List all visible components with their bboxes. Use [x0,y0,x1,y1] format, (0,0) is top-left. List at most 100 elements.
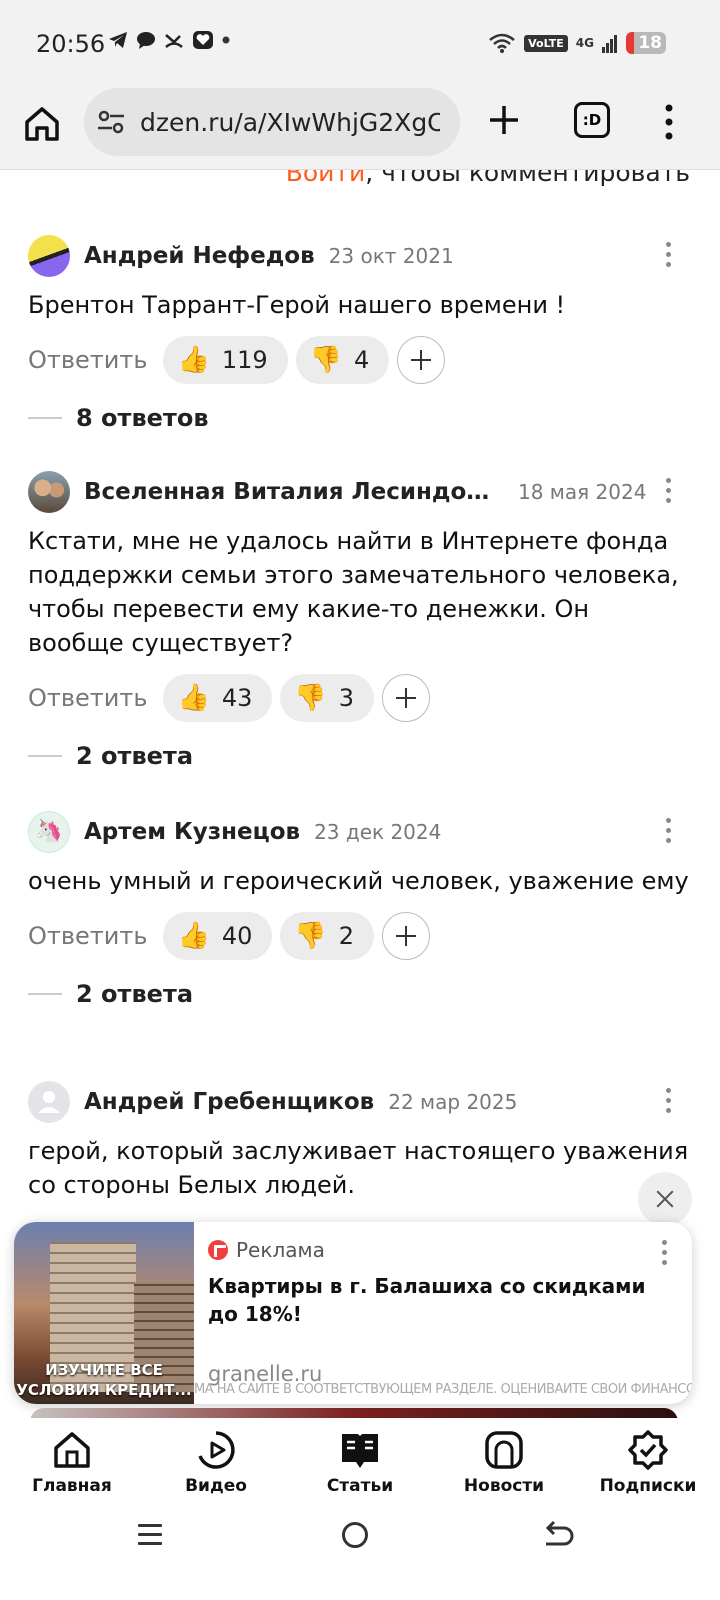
comment: Андрей Гребенщиков 22 мар 2025 герой, ко… [28,1080,692,1202]
thumbs-down-icon: 👎 [309,345,343,375]
nav-label: Видео [185,1476,247,1496]
network-type: 4G [575,36,594,50]
add-reaction-button[interactable] [382,674,431,722]
like-button[interactable]: 👍 43 [163,674,273,722]
volte-badge: VoLTE [524,34,568,52]
video-tab-icon [198,1431,235,1469]
dislike-button[interactable]: 👎 2 [280,912,375,960]
like-count: 43 [221,684,253,712]
ad-close-button[interactable] [638,1172,692,1226]
comment: Вселенная Виталия Лесиндорф... 18 мая 20… [28,470,692,776]
comment-menu-icon[interactable] [666,242,672,268]
ad-image[interactable]: ИЗУЧИТЕ ВСЕ УСЛОВИЯ КРЕДИТ... [14,1222,194,1404]
dislike-button[interactable]: 👎 3 [280,674,375,722]
status-time: 20:56 [36,30,106,58]
nav-news[interactable]: Новости [439,1418,569,1508]
comment-menu-icon[interactable] [666,1088,672,1114]
system-navigation [0,1508,720,1600]
ad-label: Реклама [208,1238,325,1262]
comment-author[interactable]: Андрей Нефедов [84,243,315,269]
system-home-icon[interactable] [342,1522,368,1548]
comment-date: 22 мар 2025 [388,1090,518,1114]
divider [28,993,62,995]
thumbs-down-icon: 👎 [294,921,327,951]
telegram-icon [109,32,127,48]
avatar[interactable] [28,1081,70,1123]
wifi-icon [489,33,515,53]
browser-menu-icon[interactable] [664,102,674,142]
comment-date: 18 мая 2024 [518,480,647,504]
replies-count[interactable]: 2 ответа [76,742,193,770]
articles-tab-icon [342,1434,378,1468]
missed-call-icon [165,34,183,48]
divider [28,417,62,419]
ad-menu-icon[interactable] [662,1240,668,1266]
back-icon[interactable] [540,1520,574,1550]
comment: Андрей Нефедов 23 окт 2021 Брентон Тарра… [28,234,692,438]
comment-author[interactable]: Артем Кузнецов [84,819,300,845]
news-tab-icon [485,1431,523,1469]
thumbs-up-icon: 👍 [177,921,210,951]
nav-label: Статьи [326,1476,394,1496]
comment-author[interactable]: Андрей Гребенщиков [84,1089,374,1115]
system-icons: VoLTE 4G 18 [488,32,666,54]
like-button[interactable]: 👍 40 [163,912,273,960]
divider [28,755,62,757]
avatar[interactable] [28,235,70,277]
dislike-count: 3 [338,684,355,712]
comment-date: 23 окт 2021 [328,244,454,268]
reply-button[interactable]: Ответить [28,922,147,950]
like-button[interactable]: 👍 119 [163,336,288,384]
user-placeholder-icon [38,1091,60,1113]
new-tab-icon[interactable] [486,102,522,138]
comment-menu-icon[interactable] [666,818,672,844]
reply-button[interactable]: Ответить [28,346,147,374]
recents-icon[interactable] [138,1524,162,1546]
avatar[interactable] [28,471,70,513]
ad-disclaimer: МА НА САЙТЕ В СООТВЕТСТВУЮЩЕМ РАЗДЕЛЕ. О… [194,1382,692,1397]
site-settings-icon[interactable] [96,107,126,137]
ad-source-icon [208,1240,228,1260]
thumbs-up-icon: 👍 [177,683,210,713]
add-reaction-button[interactable] [397,336,446,384]
comment-author[interactable]: Вселенная Виталия Лесиндорф... [84,479,504,505]
comment-text: герой, который заслуживает настоящего ув… [28,1137,689,1199]
replies-count[interactable]: 2 ответа [76,980,193,1008]
thumbs-up-icon: 👍 [177,345,210,375]
dislike-count: 2 [338,922,355,950]
replies-toggle[interactable]: 2 ответа [28,736,692,776]
ad-card[interactable]: ИЗУЧИТЕ ВСЕ УСЛОВИЯ КРЕДИТ... Реклама Кв… [14,1222,692,1404]
ad-title[interactable]: Квартиры в г. Балашиха со скидками до 18… [208,1272,648,1328]
reply-button[interactable]: Ответить [28,684,147,712]
like-count: 119 [221,346,268,374]
replies-toggle[interactable]: 8 ответов [28,398,692,438]
avatar[interactable]: 🦄 [28,811,70,853]
add-reaction-button[interactable] [382,912,431,960]
dislike-count: 4 [354,346,370,374]
ad-tag-text: Реклама [236,1238,325,1262]
chat-icon [137,32,155,49]
nav-label: Подписки [599,1476,697,1496]
home-icon[interactable] [22,104,62,144]
replies-toggle[interactable]: 2 ответа [28,974,692,1014]
nav-home[interactable]: Главная [7,1418,137,1508]
subscriptions-tab-icon [628,1430,668,1470]
bottom-navigation: Главная Видео Статьи Новости Подписки [0,1418,720,1508]
address-bar[interactable]: dzen.ru/a/XIwWhjG2XgC [84,88,460,156]
nav-subscriptions[interactable]: Подписки [583,1418,713,1508]
dislike-button[interactable]: 👎 4 [295,336,390,384]
nav-articles[interactable]: Статьи [295,1418,425,1508]
tabs-switcher-button[interactable]: :D [574,102,610,138]
nav-video[interactable]: Видео [151,1418,281,1508]
dot-icon [222,36,230,44]
browser-toolbar: dzen.ru/a/XIwWhjG2XgC :D [0,88,720,170]
ad-image-caption: ИЗУЧИТЕ ВСЕ УСЛОВИЯ КРЕДИТ... [16,1361,192,1399]
battery-icon: 18 [626,32,666,54]
comment-text: Брентон Таррант-Герой нашего времени ! [28,291,566,319]
url-text[interactable]: dzen.ru/a/XIwWhjG2XgC [140,108,440,137]
comment-date: 23 дек 2024 [314,820,442,844]
comment-text: очень умный и героический человек, уваже… [28,867,689,895]
replies-count[interactable]: 8 ответов [76,404,209,432]
status-bar: 20:56 VoLTE 4G 18 [0,0,720,88]
comment-menu-icon[interactable] [666,478,672,504]
